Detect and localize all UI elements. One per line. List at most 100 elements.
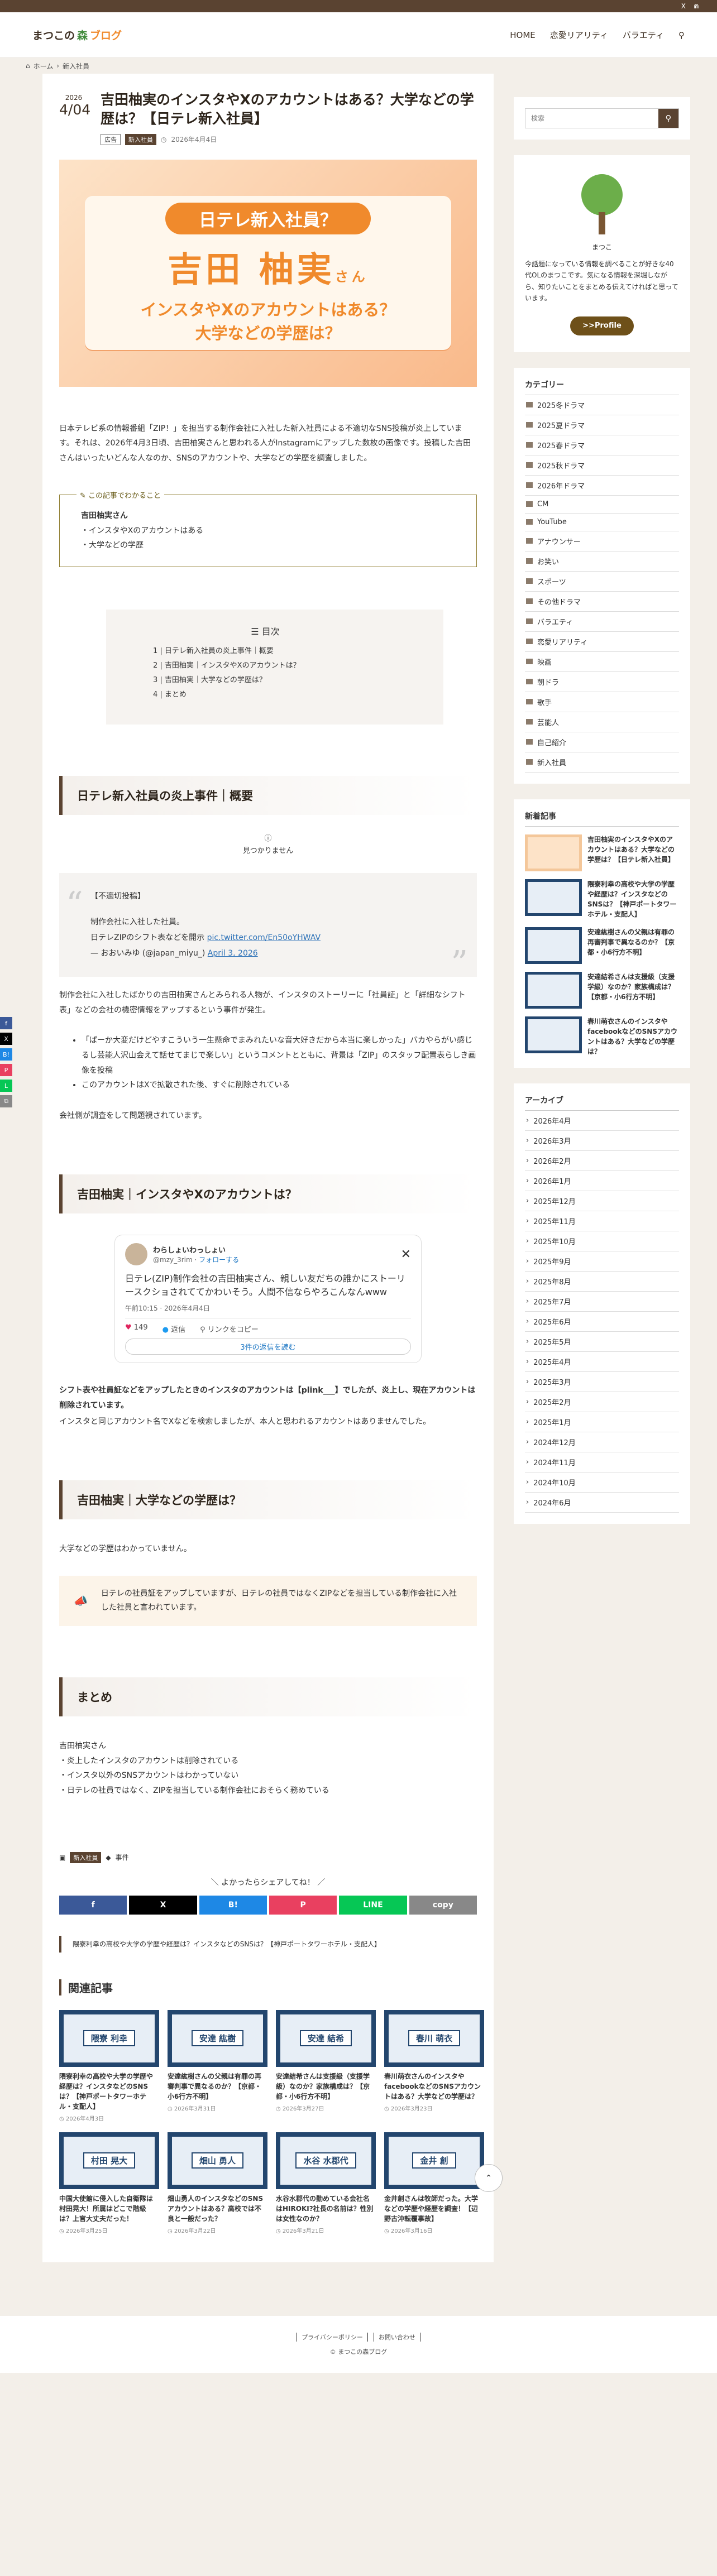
new-post-item[interactable]: 隈寮利幸の高校や大学の学歴や経歴は？インスタなどのSNSは？【神戸ポートタワーホ… bbox=[525, 879, 679, 919]
category-item[interactable]: 恋愛リアリティ bbox=[525, 632, 679, 652]
archive-item[interactable]: › 2025年1月 bbox=[525, 1412, 679, 1432]
category-item[interactable]: 2025春ドラマ bbox=[525, 435, 679, 455]
quote-link[interactable]: pic.twitter.com/En50oYHWAV bbox=[207, 933, 321, 942]
category-tag[interactable]: 新入社員 bbox=[70, 1851, 102, 1863]
new-post-item[interactable]: 春川萌衣さんのインスタやfacebookなどのSNSアカウントはある？大学などの… bbox=[525, 1016, 679, 1057]
quote-date-link[interactable]: April 3, 2026 bbox=[208, 949, 258, 958]
related-card[interactable]: 村田 晃大 中国大使館に侵入した自衛隊は村田晃大！所属はどこで階級は？上官大丈夫だ… bbox=[59, 2132, 159, 2234]
back-to-top-button[interactable]: ⌃ bbox=[475, 2164, 503, 2192]
category-item[interactable]: YouTube bbox=[525, 514, 679, 531]
prev-post-link[interactable]: 隈寮利幸の高校や大学の学歴や経歴は？インスタなどのSNSは？【神戸ポートタワーホ… bbox=[59, 1935, 477, 1953]
like-button[interactable]: ♥ 149 bbox=[125, 1323, 148, 1334]
profile-button[interactable]: >>Profile bbox=[570, 316, 634, 335]
x-share-button[interactable]: X bbox=[129, 1895, 197, 1915]
archive-item[interactable]: › 2025年6月 bbox=[525, 1312, 679, 1332]
copy-icon[interactable]: ⧉ bbox=[0, 1095, 12, 1107]
facebook-icon[interactable]: f bbox=[0, 1017, 12, 1029]
follow-button[interactable]: フォローする bbox=[199, 1256, 239, 1264]
archive-item[interactable]: › 2025年3月 bbox=[525, 1372, 679, 1392]
category-item[interactable]: 自己紹介 bbox=[525, 732, 679, 752]
archive-item[interactable]: › 2026年3月 bbox=[525, 1131, 679, 1151]
category-item[interactable]: スポーツ bbox=[525, 572, 679, 592]
x-icon[interactable]: X bbox=[0, 1033, 12, 1045]
category-item[interactable]: 朝ドラ bbox=[525, 672, 679, 692]
facebook-share-button[interactable]: f bbox=[59, 1895, 127, 1915]
related-card[interactable]: 安達 紘樹 安達紘樹さんの父親は有罪の再審判事で異なるのか？【京都・小6行方不明】… bbox=[168, 2009, 267, 2122]
nav-love-reality[interactable]: 恋愛リアリティ bbox=[550, 29, 608, 41]
category-item[interactable]: 映画 bbox=[525, 652, 679, 672]
related-card[interactable]: 畑山 勇人 畑山勇人のインスタなどのSNSアカウントはある？高校では不良と一般だっ… bbox=[168, 2132, 267, 2234]
breadcrumb-category[interactable]: 新入社員 bbox=[63, 61, 89, 71]
copy-link-button[interactable]: ⚲ リンクをコピー bbox=[200, 1323, 259, 1334]
category-item[interactable]: バラエティ bbox=[525, 612, 679, 632]
category-item[interactable]: 2025冬ドラマ bbox=[525, 395, 679, 415]
archive-item[interactable]: › 2024年10月 bbox=[525, 1472, 679, 1493]
category-badge[interactable]: 新入社員 bbox=[125, 133, 156, 145]
tag-link[interactable]: 事件 bbox=[116, 1853, 129, 1862]
pocket-share-button[interactable]: P bbox=[269, 1895, 337, 1915]
tweet-time[interactable]: 午前10:15 · 2026年4月4日 bbox=[125, 1303, 411, 1313]
site-logo[interactable]: まつこの森ブログ bbox=[32, 27, 122, 42]
related-card[interactable]: 春川 萌衣 春川萌衣さんのインスタやfacebookなどのSNSアカウントはある？… bbox=[384, 2009, 484, 2122]
archive-item[interactable]: › 2025年4月 bbox=[525, 1352, 679, 1372]
privacy-link[interactable]: プライバシーポリシー bbox=[297, 2332, 368, 2342]
category-item[interactable]: お笑い bbox=[525, 551, 679, 572]
category-item[interactable]: 芸能人 bbox=[525, 712, 679, 732]
archive-item[interactable]: › 2026年2月 bbox=[525, 1151, 679, 1171]
new-post-item[interactable]: 安達紘樹さんの父親は有罪の再審判事で異なるのか？【京都・小6行方不明】 bbox=[525, 927, 679, 964]
category-item[interactable]: 2025秋ドラマ bbox=[525, 455, 679, 476]
line-share-button[interactable]: LINE bbox=[339, 1895, 407, 1915]
read-replies-button[interactable]: 3件の返信を読む bbox=[125, 1339, 411, 1355]
archive-item[interactable]: › 2025年12月 bbox=[525, 1191, 679, 1211]
archive-item[interactable]: › 2025年10月 bbox=[525, 1231, 679, 1251]
archive-item[interactable]: › 2024年12月 bbox=[525, 1432, 679, 1452]
x-icon[interactable]: X bbox=[681, 2, 686, 10]
archive-label: 2025年2月 bbox=[533, 1398, 571, 1407]
pocket-icon[interactable]: P bbox=[0, 1064, 12, 1076]
breadcrumb-home[interactable]: ホーム bbox=[34, 61, 54, 71]
related-card[interactable]: 隈寮 利幸 隈寮利幸の高校や大学の学歴や経歴は？インスタなどのSNSは？【神戸ポー… bbox=[59, 2009, 159, 2122]
archive-item[interactable]: › 2024年6月 bbox=[525, 1493, 679, 1513]
archive-item[interactable]: › 2025年5月 bbox=[525, 1332, 679, 1352]
archive-item[interactable]: › 2024年11月 bbox=[525, 1452, 679, 1472]
reply-button[interactable]: ● 返信 bbox=[162, 1323, 186, 1334]
category-item[interactable]: 2025夏ドラマ bbox=[525, 415, 679, 435]
rss-icon[interactable]: ⋒ bbox=[694, 2, 699, 10]
related-card[interactable]: 金井 創金井創さんは牧師だった。大学などの学歴や経歴を調査！【辺野古沖転覆事故】… bbox=[384, 2132, 484, 2234]
archive-item[interactable]: › 2025年8月 bbox=[525, 1272, 679, 1292]
toc-item-4[interactable]: 4 | まとめ bbox=[153, 688, 424, 702]
x-logo-icon[interactable]: ✕ bbox=[401, 1248, 411, 1261]
search-button[interactable]: ⚲ bbox=[658, 109, 678, 128]
category-item[interactable]: 2026年ドラマ bbox=[525, 476, 679, 496]
avatar[interactable] bbox=[125, 1243, 147, 1266]
toc-item-1[interactable]: 1 | 日テレ新入社員の炎上事件｜概要 bbox=[153, 644, 424, 659]
line-icon[interactable]: L bbox=[0, 1080, 12, 1092]
nav-variety[interactable]: バラエティ bbox=[623, 29, 664, 41]
category-item[interactable]: アナウンサー bbox=[525, 531, 679, 551]
hatena-share-button[interactable]: B! bbox=[199, 1895, 267, 1915]
new-post-item[interactable]: 吉田柚実のインスタやXのアカウントはある？大学などの学歴は？【日テレ新入社員】 bbox=[525, 834, 679, 871]
contact-link[interactable]: お問い合わせ bbox=[373, 2332, 420, 2342]
toc-item-2[interactable]: 2 | 吉田柚実｜インスタやXのアカウントは？ bbox=[153, 659, 424, 673]
tweet-author-name[interactable]: わらしょいわっしょい bbox=[153, 1244, 395, 1255]
nav-home[interactable]: HOME bbox=[510, 30, 536, 40]
new-post-item[interactable]: 安達結希さんは支援級（支援学級）なのか？家族構成は？【京都・小6行方不明】 bbox=[525, 971, 679, 1009]
category-item[interactable]: 新入社員 bbox=[525, 752, 679, 773]
archive-item[interactable]: › 2026年1月 bbox=[525, 1171, 679, 1191]
category-item[interactable]: 歌手 bbox=[525, 692, 679, 712]
archive-item[interactable]: › 2025年2月 bbox=[525, 1392, 679, 1412]
archive-item[interactable]: › 2025年9月 bbox=[525, 1251, 679, 1272]
archive-item[interactable]: › 2025年7月 bbox=[525, 1292, 679, 1312]
related-card[interactable]: 安達 結希 安達結希さんは支援級（支援学級）なのか？家族構成は？【京都・小6行方不… bbox=[276, 2009, 376, 2122]
hatena-icon[interactable]: B! bbox=[0, 1048, 12, 1061]
category-item[interactable]: CM bbox=[525, 496, 679, 514]
search-input[interactable] bbox=[525, 109, 658, 128]
category-label: 2025秋ドラマ bbox=[537, 462, 585, 471]
category-item[interactable]: その他ドラマ bbox=[525, 592, 679, 612]
archive-item[interactable]: › 2026年4月 bbox=[525, 1111, 679, 1131]
toc-item-3[interactable]: 3 | 吉田柚実｜大学などの学歴は？ bbox=[153, 673, 424, 688]
related-card[interactable]: 水谷 水郡代 水谷水郡代の勤めている会社名はHIROKI?社長の名前は？性別は女性… bbox=[276, 2132, 376, 2234]
copy-share-button[interactable]: copy bbox=[409, 1895, 477, 1915]
search-icon[interactable]: ⚲ bbox=[678, 30, 685, 40]
archive-item[interactable]: › 2025年11月 bbox=[525, 1211, 679, 1231]
